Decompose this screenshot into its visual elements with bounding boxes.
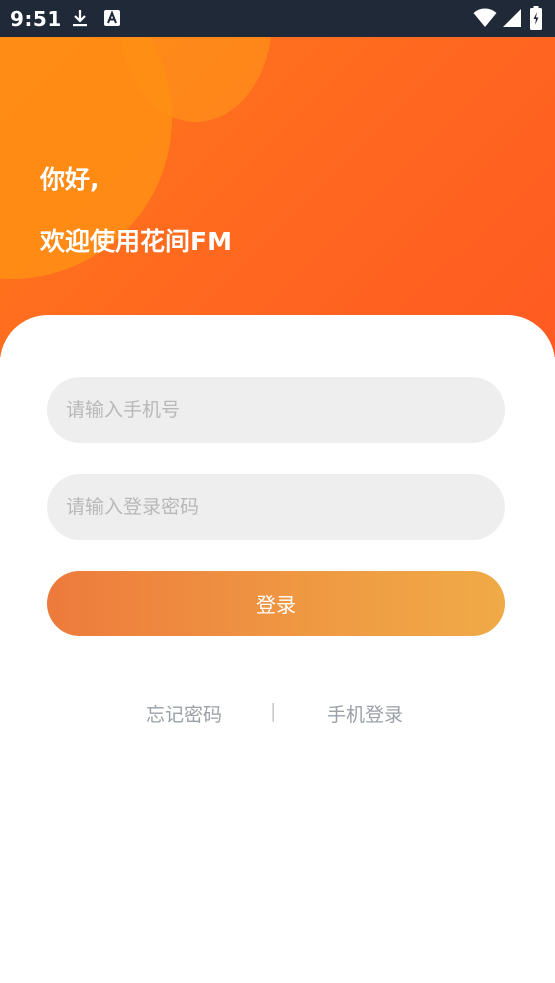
- link-divider: |: [270, 700, 277, 722]
- secondary-links: 忘记密码 | 手机登录: [0, 700, 555, 726]
- login-card: 登录 忘记密码 | 手机登录: [0, 315, 555, 983]
- phone-login-link[interactable]: 手机登录: [327, 700, 403, 727]
- forgot-password-link[interactable]: 忘记密码: [146, 700, 222, 727]
- greeting-title: 你好,: [40, 165, 100, 194]
- phone-input[interactable]: [47, 377, 505, 443]
- a-icon: [104, 10, 120, 26]
- wifi-icon: [473, 8, 497, 27]
- header-banner: 你好, 欢迎使用花间FM: [0, 37, 555, 357]
- battery-icon: [530, 6, 542, 30]
- status-bar: 9:51: [0, 0, 555, 37]
- login-button[interactable]: 登录: [47, 571, 505, 636]
- welcome-title: 欢迎使用花间FM: [40, 227, 232, 256]
- status-time: 9:51: [10, 7, 62, 31]
- download-icon: [73, 10, 87, 27]
- signal-icon: [503, 9, 521, 27]
- password-input[interactable]: [47, 474, 505, 540]
